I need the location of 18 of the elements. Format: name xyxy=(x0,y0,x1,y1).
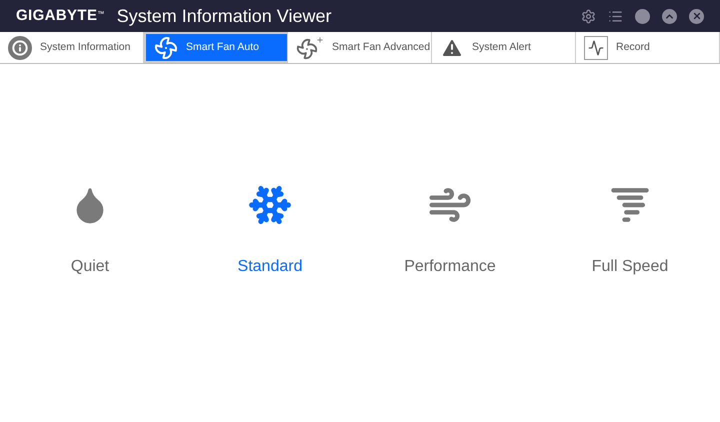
close-button[interactable] xyxy=(689,8,704,24)
snowflake-icon xyxy=(248,183,292,227)
info-icon xyxy=(8,36,32,60)
pulse-icon xyxy=(584,36,608,60)
fan-mode-option[interactable]: Full Speed xyxy=(540,183,720,279)
fan-mode-option[interactable]: Standard xyxy=(180,183,360,279)
settings-icon[interactable] xyxy=(581,8,596,24)
window-title: System Information Viewer xyxy=(116,4,332,28)
fan-plus-icon xyxy=(296,36,324,60)
close-icon xyxy=(692,11,702,21)
minimize-button[interactable] xyxy=(635,8,650,24)
fan-mode-option[interactable]: Performance xyxy=(360,183,540,279)
tab[interactable]: Smart Fan Auto xyxy=(144,32,288,63)
menu-icon[interactable] xyxy=(608,8,623,24)
fan-mode-option[interactable]: Quiet xyxy=(0,183,180,279)
fan-icon xyxy=(154,36,178,60)
maximize-button[interactable] xyxy=(662,8,677,24)
brand-logo: GIGABYTE$^{™}$ xyxy=(16,6,105,26)
